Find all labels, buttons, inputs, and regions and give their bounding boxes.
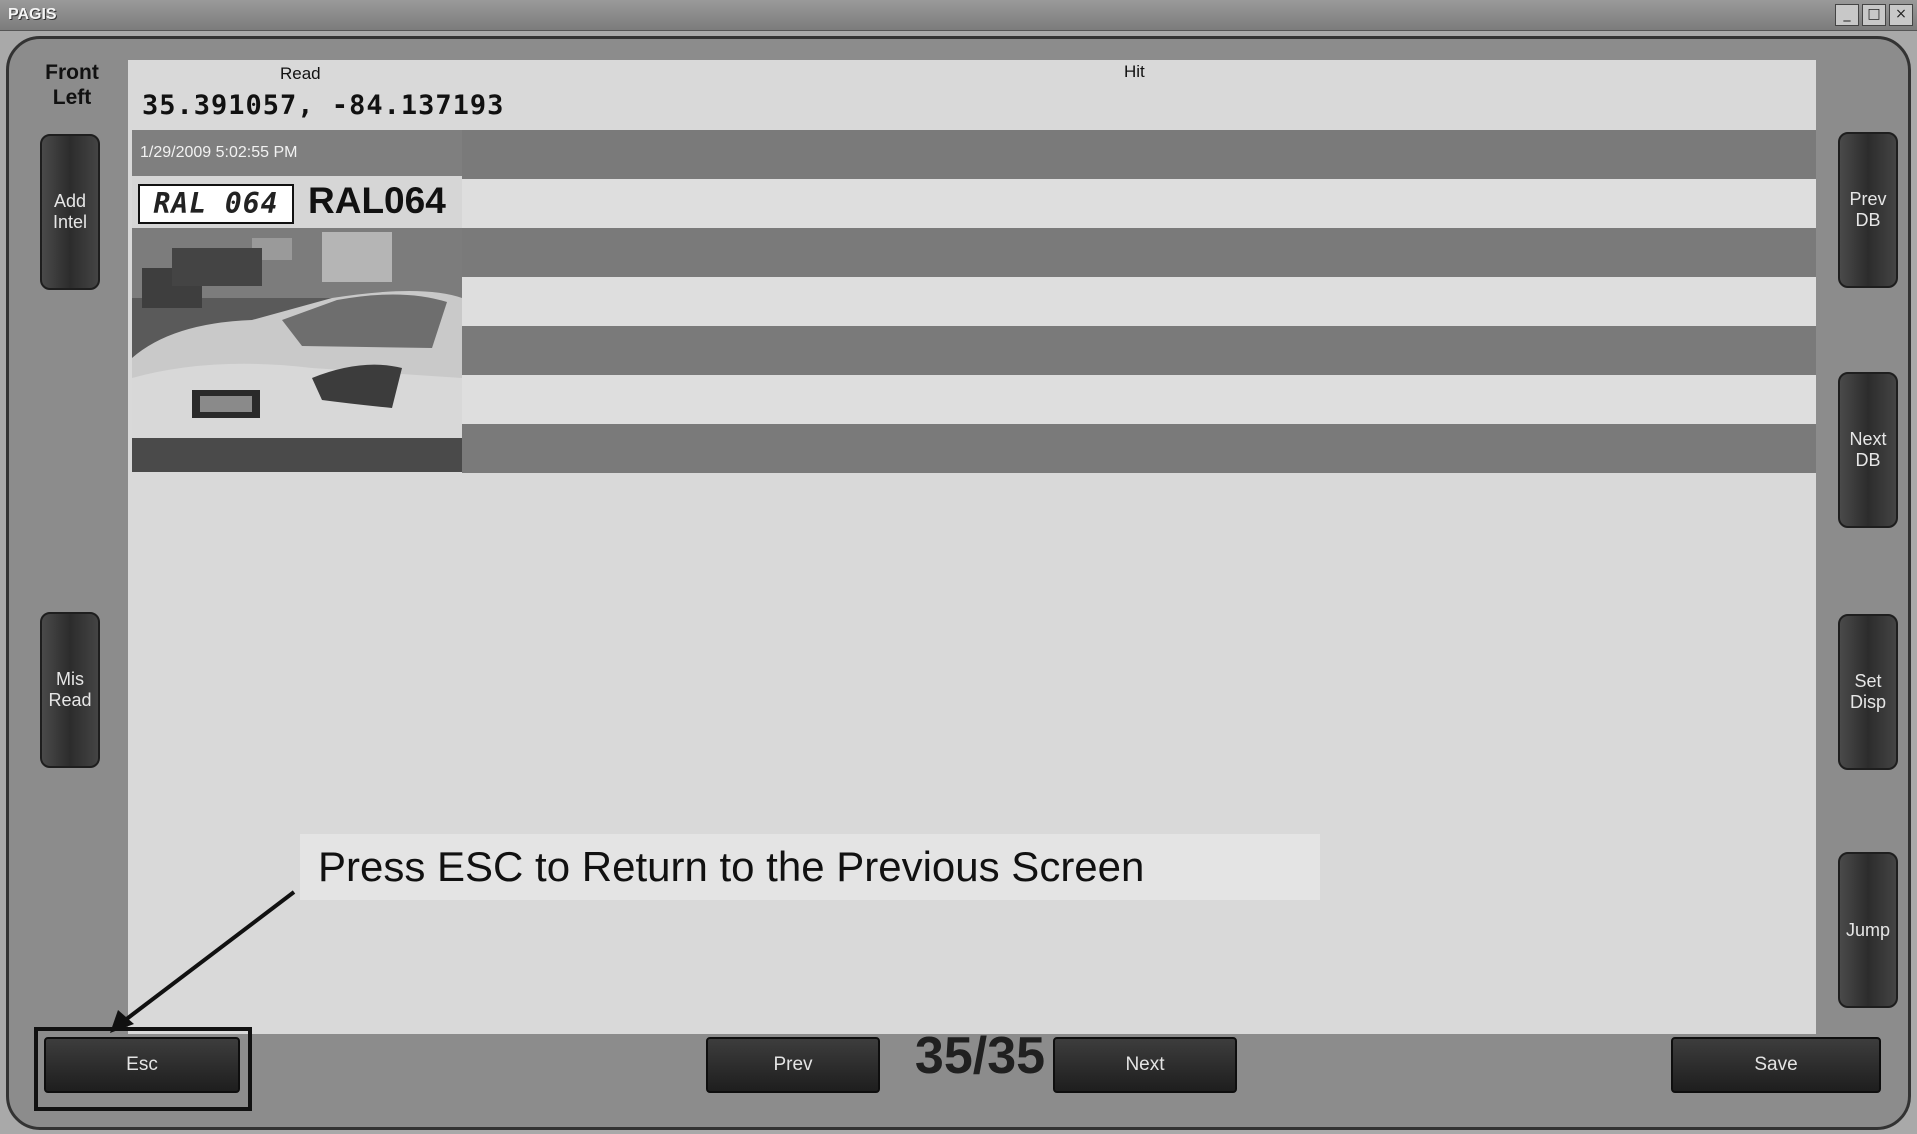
app-title: PAGIS: [8, 6, 57, 23]
gps-coordinates: 35.391057, -84.137193: [142, 90, 505, 121]
list-row[interactable]: [462, 130, 1816, 179]
next-db-button[interactable]: Next DB: [1838, 372, 1898, 528]
record-counter: 35/35: [914, 1027, 1046, 1085]
minimize-button[interactable]: _: [1835, 4, 1859, 26]
next-button[interactable]: Next: [1053, 1037, 1237, 1093]
read-column-header: Read: [280, 64, 321, 83]
prev-db-button[interactable]: Prev DB: [1838, 132, 1898, 288]
plate-crop-image: RAL 064: [138, 184, 294, 224]
maximize-button[interactable]: □: [1862, 4, 1886, 26]
list-row[interactable]: [462, 375, 1816, 424]
list-row[interactable]: [462, 424, 1816, 473]
esc-annotation: Press ESC to Return to the Previous Scre…: [300, 834, 1320, 900]
prev-button[interactable]: Prev: [706, 1037, 880, 1093]
save-button[interactable]: Save: [1671, 1037, 1881, 1093]
vehicle-photo: [132, 228, 462, 472]
mis-read-button[interactable]: Mis Read: [40, 612, 100, 768]
camera-label: Front Left: [45, 61, 99, 110]
set-disp-button[interactable]: Set Disp: [1838, 614, 1898, 770]
jump-button[interactable]: Jump: [1838, 852, 1898, 1008]
window-controls: _ □ ×: [1835, 4, 1913, 26]
close-button[interactable]: ×: [1889, 4, 1913, 26]
hit-column-header: Hit: [1124, 62, 1145, 81]
title-bar: PAGIS _ □ ×: [0, 0, 1917, 31]
list-row[interactable]: [462, 228, 1816, 277]
list-row[interactable]: [462, 277, 1816, 326]
esc-button[interactable]: Esc: [44, 1037, 240, 1093]
read-timestamp: 1/29/2009 5:02:55 PM: [132, 130, 462, 176]
list-row[interactable]: [462, 326, 1816, 375]
read-entry[interactable]: 1/29/2009 5:02:55 PM RAL 064 RAL064: [132, 130, 462, 472]
plate-number: RAL064: [308, 180, 446, 221]
plate-row: RAL 064 RAL064: [132, 176, 462, 228]
add-intel-button[interactable]: Add Intel: [40, 134, 100, 290]
list-row[interactable]: [462, 179, 1816, 228]
